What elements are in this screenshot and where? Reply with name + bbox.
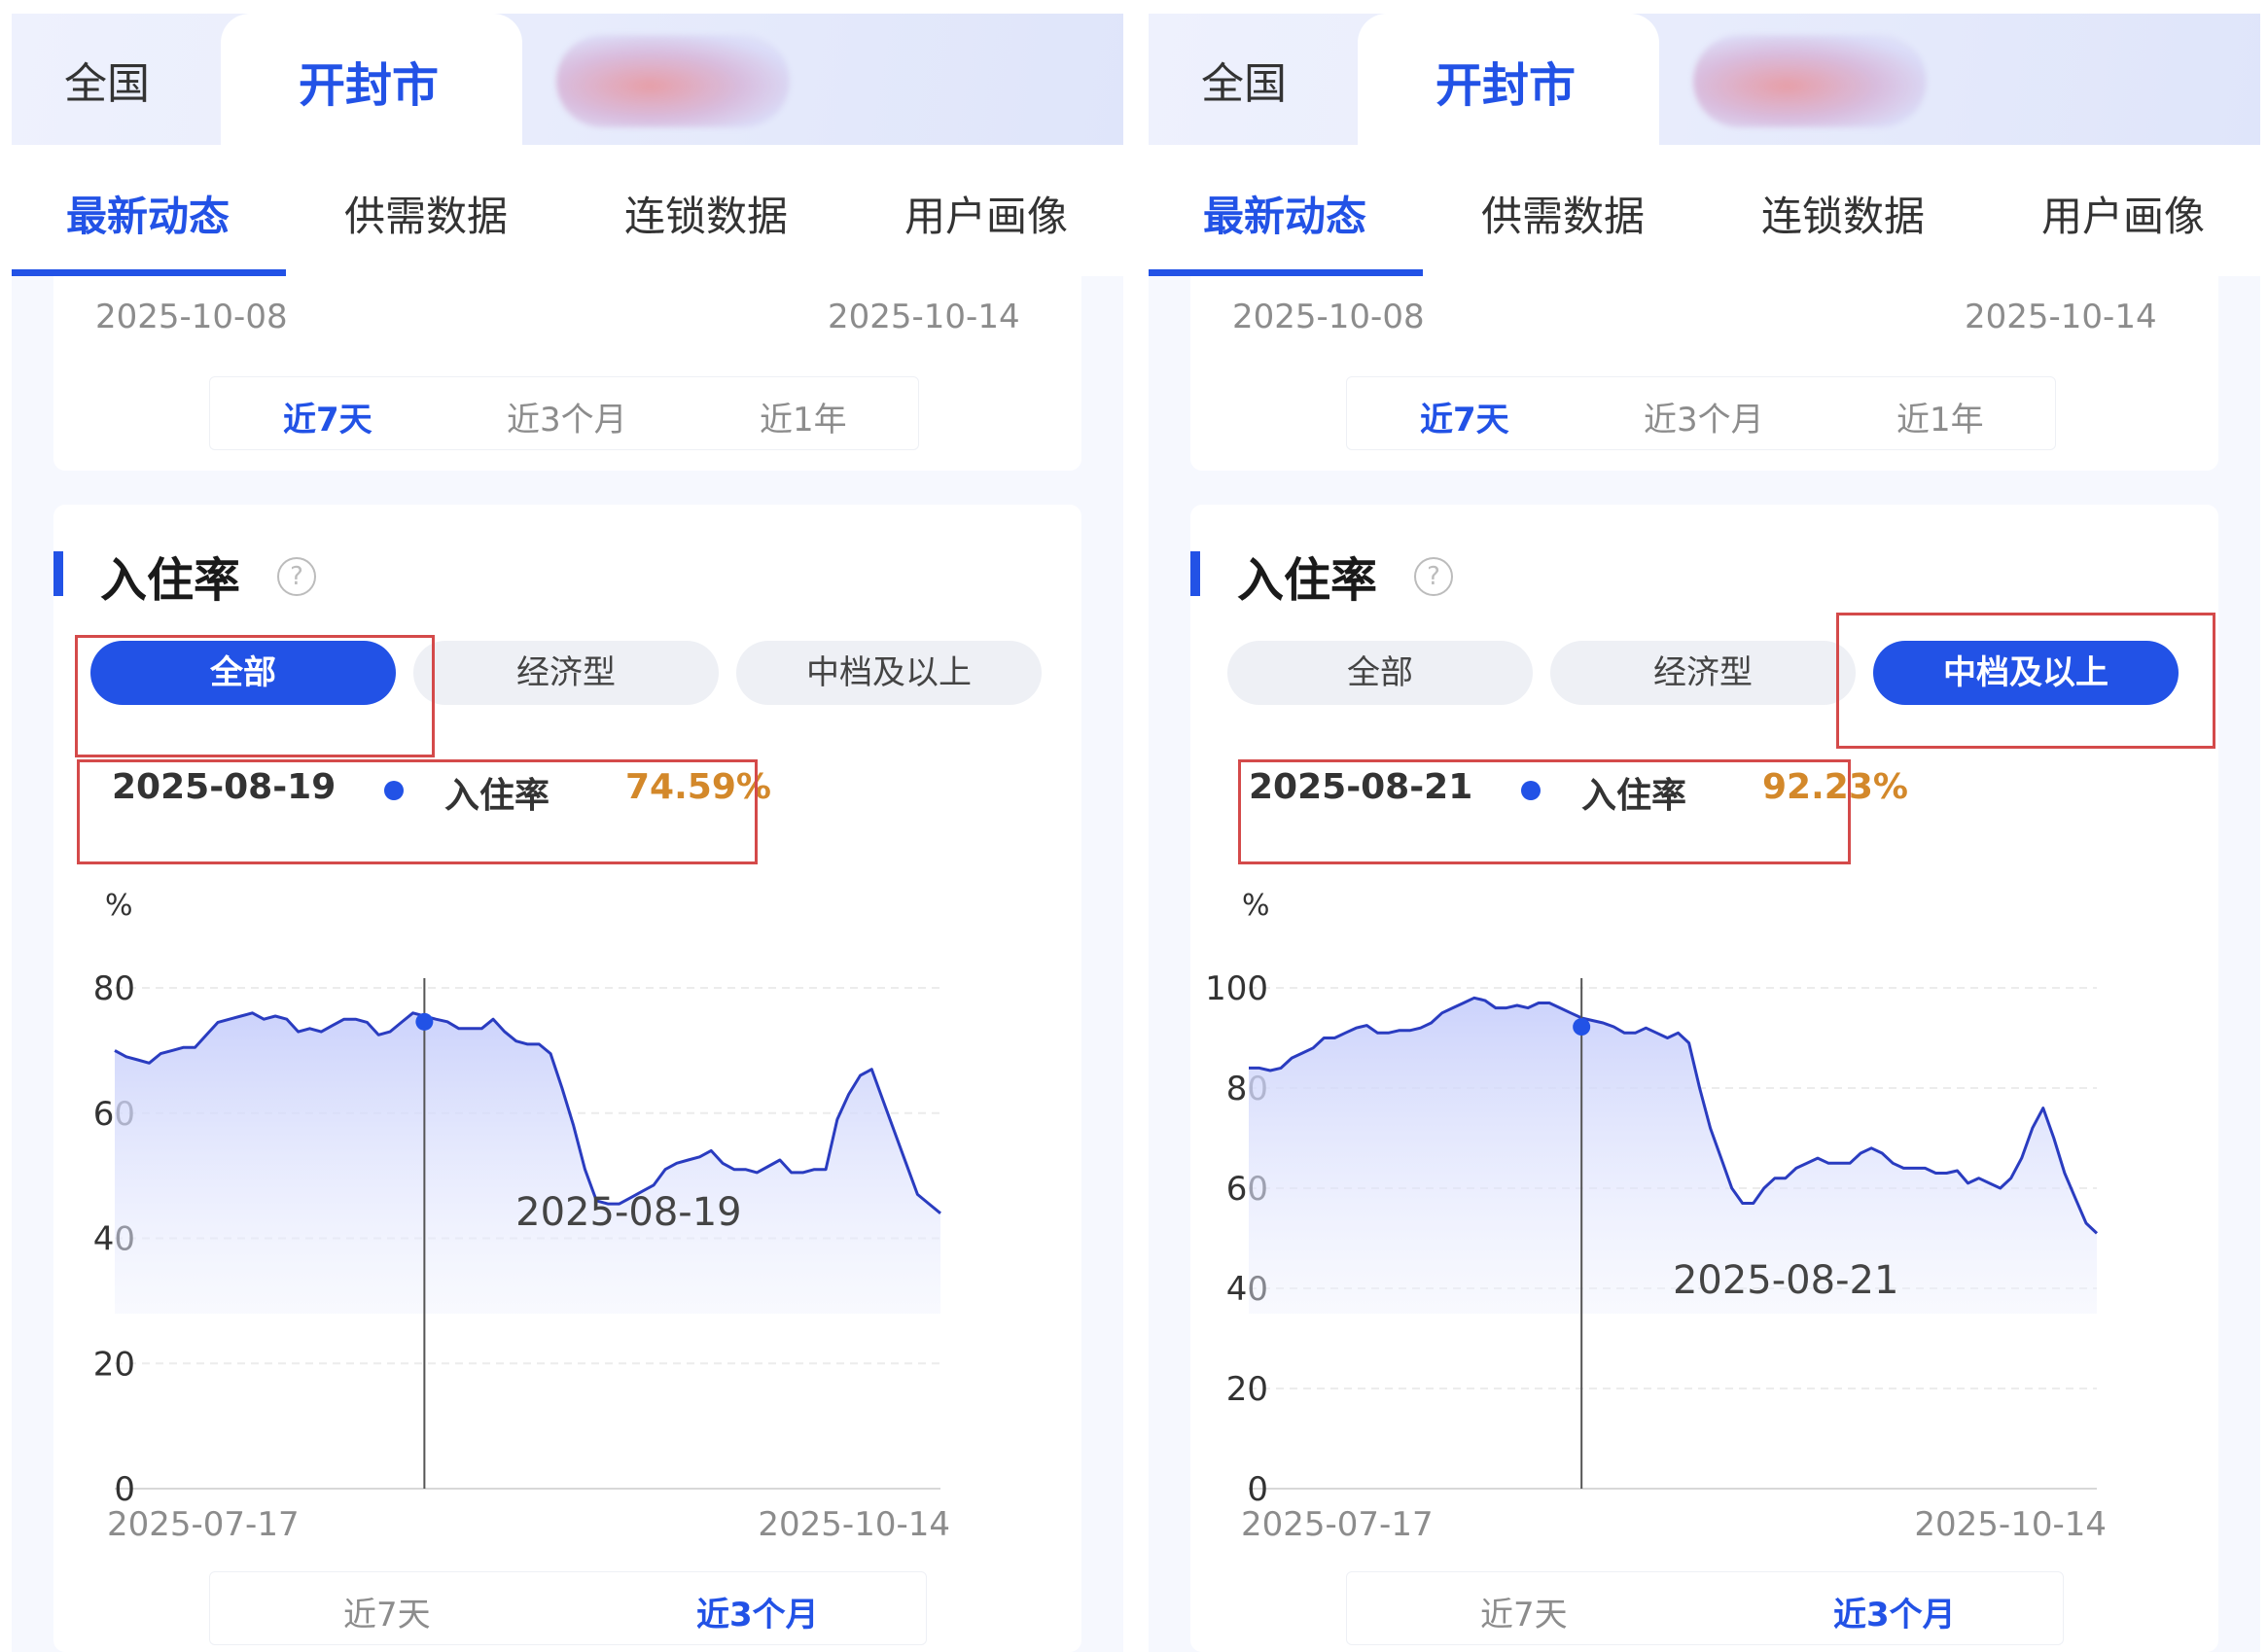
bottom-range-selector: 近7天 近3个月 [209, 1571, 927, 1645]
decorative-blob-icon [1693, 35, 1927, 127]
bottom-range-7d[interactable]: 近7天 [1480, 1588, 1568, 1635]
range-3m[interactable]: 近3个月 [507, 393, 627, 440]
x-tick-label: 2025-07-17 [1241, 1505, 1434, 1544]
bottom-range-7d[interactable]: 近7天 [343, 1588, 431, 1635]
y-tick-label: 0 [1247, 1470, 1268, 1509]
sub-tab-chain[interactable]: 连锁数据 [1761, 184, 1925, 243]
range-1y[interactable]: 近1年 [760, 393, 847, 440]
highlight-box-tooltip [77, 759, 758, 864]
y-tick-label: 20 [1226, 1370, 1268, 1409]
sub-tab-user-profile[interactable]: 用户画像 [2041, 184, 2205, 243]
tab-city[interactable]: 开封市 [299, 47, 439, 115]
sub-tab-chain[interactable]: 连锁数据 [624, 184, 788, 243]
date-end: 2025-10-14 [1965, 298, 2157, 336]
date-start: 2025-10-08 [1232, 298, 1425, 336]
y-tick-label: 0 [114, 1470, 135, 1509]
region-tab-bar: 全国 开封市 [12, 14, 1123, 145]
crosshair-date-label: 2025-08-19 [515, 1190, 741, 1235]
y-tick-label: 100 [1205, 969, 1268, 1008]
crosshair-point [1573, 1018, 1591, 1037]
range-selector: 近7天 近3个月 近1年 [1346, 376, 2056, 450]
highlight-box-tooltip [1238, 759, 1851, 864]
sub-tab-supply-demand[interactable]: 供需数据 [1481, 184, 1645, 243]
sub-tab-latest[interactable]: 最新动态 [1203, 184, 1366, 243]
occupancy-card: 入住率 ? 全部 经济型 中档及以上 2025-08-21 入住率 92.23%… [1190, 505, 2218, 1652]
bottom-range-3m[interactable]: 近3个月 [696, 1588, 819, 1635]
y-tick-label: 20 [93, 1345, 135, 1384]
range-selector: 近7天 近3个月 近1年 [209, 376, 919, 450]
bottom-range-3m[interactable]: 近3个月 [1833, 1588, 1956, 1635]
date-end: 2025-10-14 [828, 298, 1020, 336]
sub-tab-underline [1149, 269, 1423, 276]
tab-city[interactable]: 开封市 [1435, 47, 1576, 115]
range-1y[interactable]: 近1年 [1896, 393, 1984, 440]
x-tick-label: 2025-10-14 [758, 1505, 950, 1544]
range-7d[interactable]: 近7天 [283, 393, 372, 440]
range-3m[interactable]: 近3个月 [1644, 393, 1764, 440]
decorative-blob-icon [556, 35, 790, 127]
y-tick-label: 80 [93, 969, 135, 1008]
occupancy-card: 入住率 ? 全部 经济型 中档及以上 2025-08-19 入住率 74.59%… [53, 505, 1081, 1652]
panel-midscale: 全国 开封市 最新动态 供需数据 连锁数据 用户画像 2025-10-08 20… [1149, 14, 2260, 1652]
sub-tab-latest[interactable]: 最新动态 [66, 184, 230, 243]
sub-tab-user-profile[interactable]: 用户画像 [904, 184, 1068, 243]
tab-national[interactable]: 全国 [64, 49, 150, 111]
panel-all: 全国 开封市 最新动态 供需数据 连锁数据 用户画像 2025-10-08 20… [12, 14, 1123, 1652]
top-card: 2025-10-08 2025-10-14 近7天 近3个月 近1年 [1190, 276, 2218, 471]
highlight-box-filter [75, 635, 435, 757]
sub-tab-bar: 最新动态 供需数据 连锁数据 用户画像 [12, 145, 1123, 276]
top-card: 2025-10-08 2025-10-14 近7天 近3个月 近1年 [53, 276, 1081, 471]
sub-tab-supply-demand[interactable]: 供需数据 [344, 184, 508, 243]
crosshair-date-label: 2025-08-21 [1673, 1258, 1898, 1303]
bottom-range-selector: 近7天 近3个月 [1346, 1571, 2064, 1645]
range-7d[interactable]: 近7天 [1420, 393, 1509, 440]
highlight-box-filter [1836, 613, 2215, 749]
tab-national[interactable]: 全国 [1201, 49, 1287, 111]
x-tick-label: 2025-07-17 [107, 1505, 300, 1544]
x-tick-label: 2025-10-14 [1914, 1505, 2107, 1544]
date-start: 2025-10-08 [95, 298, 288, 336]
sub-tab-bar: 最新动态 供需数据 连锁数据 用户画像 [1149, 145, 2260, 276]
sub-tab-underline [12, 269, 286, 276]
region-tab-bar: 全国 开封市 [1149, 14, 2260, 145]
area-fill [115, 1012, 940, 1314]
crosshair-point [415, 1012, 434, 1031]
